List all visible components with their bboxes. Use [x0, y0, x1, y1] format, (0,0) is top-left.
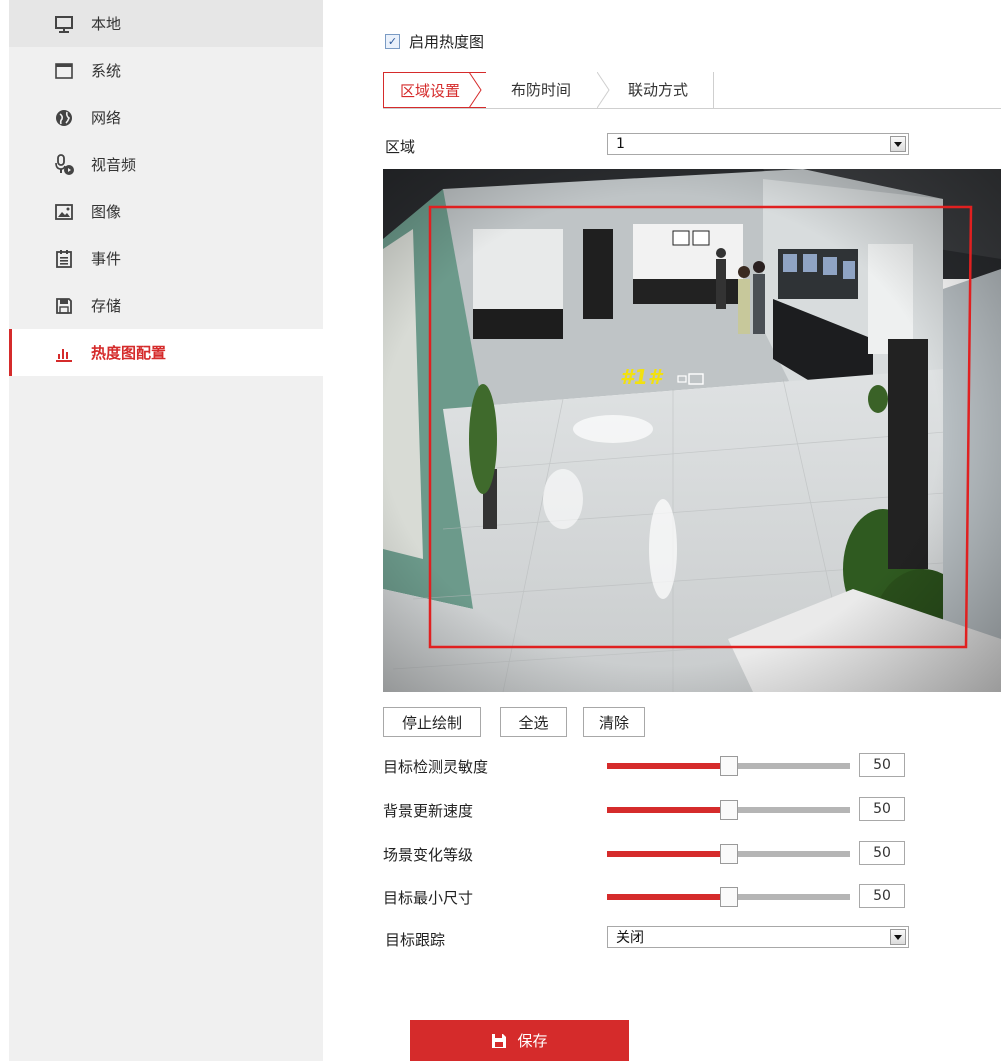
camera-frame-image — [383, 169, 1001, 692]
camera-preview[interactable]: #1# — [383, 169, 1001, 692]
slider-fill — [607, 807, 729, 813]
tab-label: 布防时间 — [511, 80, 572, 99]
globe-icon — [53, 107, 75, 129]
region-label: 区域 — [385, 138, 416, 156]
tab-bar: 区域设置 布防时间 联动方式 — [383, 72, 1001, 109]
select-all-button[interactable]: 全选 — [500, 707, 567, 737]
tab-label: 联动方式 — [628, 80, 689, 99]
slider-track[interactable] — [607, 887, 850, 907]
slider-fill — [607, 763, 729, 769]
slider-track[interactable] — [607, 800, 850, 820]
sidebar-item-label: 系统 — [91, 62, 122, 80]
enable-heatmap-checkbox[interactable]: ✓ — [385, 34, 400, 49]
floppy-disk-icon — [491, 1033, 507, 1049]
bar-chart-icon — [53, 342, 75, 364]
slider-thumb[interactable] — [720, 887, 738, 907]
calendar-icon — [53, 248, 75, 270]
sidebar-item-heatmap-config[interactable]: 热度图配置 — [9, 329, 323, 376]
tracking-select-value: 关闭 — [616, 930, 644, 946]
chevron-down-icon[interactable] — [890, 136, 906, 152]
sidebar: 本地 系统 网络 视音频 图像 事件 存储 热度图配置 — [9, 0, 323, 1061]
monitor-icon — [53, 13, 75, 35]
image-icon — [53, 201, 75, 223]
sidebar-item-label: 存储 — [91, 297, 122, 315]
slider-fill — [607, 894, 729, 900]
tab-end-border — [713, 72, 714, 108]
slider-row-background-update: 背景更新速度 50 — [383, 797, 905, 823]
tracking-label: 目标跟踪 — [385, 931, 446, 949]
slider-fill — [607, 851, 729, 857]
slider-row-min-target-size: 目标最小尺寸 50 — [383, 884, 905, 910]
window-icon — [53, 60, 75, 82]
tab-arming-schedule[interactable]: 布防时间 — [511, 72, 571, 106]
enable-heatmap-row: ✓ 启用热度图 — [385, 31, 484, 52]
slider-value-input[interactable]: 50 — [859, 841, 905, 865]
tab-separator — [469, 72, 482, 108]
sidebar-item-label: 网络 — [91, 109, 122, 127]
region-select-value: 1 — [616, 136, 625, 152]
sidebar-item-system[interactable]: 系统 — [9, 47, 323, 94]
tab-linkage-method[interactable]: 联动方式 — [628, 72, 688, 106]
sidebar-item-network[interactable]: 网络 — [9, 94, 323, 141]
sidebar-item-event[interactable]: 事件 — [9, 235, 323, 282]
slider-value-input[interactable]: 50 — [859, 753, 905, 777]
slider-row-scene-change: 场景变化等级 50 — [383, 841, 905, 867]
mic-camera-icon — [53, 153, 75, 176]
slider-thumb[interactable] — [720, 800, 738, 820]
floppy-disk-icon — [53, 295, 75, 317]
sidebar-item-local[interactable]: 本地 — [9, 0, 323, 47]
enable-heatmap-label: 启用热度图 — [409, 33, 485, 51]
slider-label: 目标最小尺寸 — [383, 889, 474, 907]
slider-value-input[interactable]: 50 — [859, 797, 905, 821]
slider-track[interactable] — [607, 756, 850, 776]
sidebar-item-label: 视音频 — [91, 156, 137, 174]
sidebar-item-label: 图像 — [91, 203, 122, 221]
save-button-label: 保存 — [517, 1032, 548, 1050]
slider-thumb[interactable] — [720, 756, 738, 776]
tracking-select[interactable]: 关闭 — [607, 926, 909, 948]
sidebar-item-storage[interactable]: 存储 — [9, 282, 323, 329]
slider-label: 背景更新速度 — [383, 802, 474, 820]
sidebar-item-image[interactable]: 图像 — [9, 188, 323, 235]
slider-thumb[interactable] — [720, 844, 738, 864]
slider-track[interactable] — [607, 844, 850, 864]
stop-draw-button[interactable]: 停止绘制 — [383, 707, 481, 737]
chevron-down-icon[interactable] — [890, 929, 906, 945]
tab-separator — [597, 72, 610, 108]
slider-label: 目标检测灵敏度 — [383, 758, 489, 776]
sidebar-item-video-audio[interactable]: 视音频 — [9, 141, 323, 188]
region-select[interactable]: 1 — [607, 133, 909, 155]
sidebar-item-label: 事件 — [91, 250, 122, 268]
sidebar-item-label: 热度图配置 — [91, 344, 167, 362]
slider-label: 场景变化等级 — [383, 846, 474, 864]
tab-label: 区域设置 — [400, 81, 461, 100]
slider-row-sensitivity: 目标检测灵敏度 50 — [383, 753, 905, 779]
sidebar-item-label: 本地 — [91, 15, 122, 33]
save-button[interactable]: 保存 — [410, 1020, 629, 1061]
zone-label: #1# — [620, 365, 662, 389]
slider-value-input[interactable]: 50 — [859, 884, 905, 908]
clear-button[interactable]: 清除 — [583, 707, 645, 737]
